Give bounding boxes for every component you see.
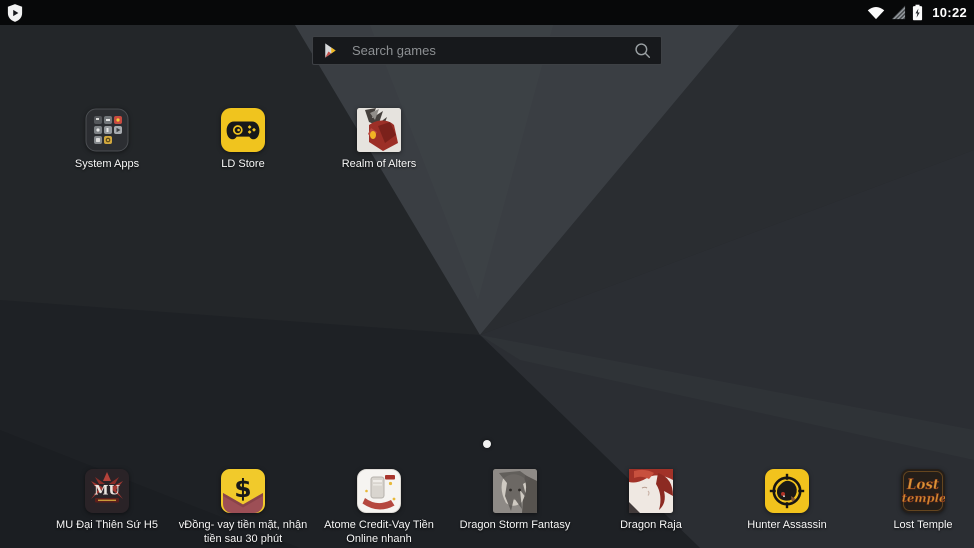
realm-of-alters-icon xyxy=(357,108,401,152)
app-system-apps-folder[interactable]: System Apps xyxy=(39,108,175,171)
app-vdong[interactable]: $ vĐồng- vay tiền mặt, nhận tiền sau 30 … xyxy=(175,469,311,546)
dock-app-row: MU MU Đại Thiên Sứ H5 $ vĐồng- vay tiền … xyxy=(0,469,974,546)
app-label: MU Đại Thiên Sứ H5 xyxy=(56,519,158,532)
app-dragon-raja[interactable]: Dragon Raja xyxy=(583,469,719,546)
game-search-bar[interactable]: Search games xyxy=(312,36,662,65)
ldplayer-home-screen: 10:22 Search games System Apps LD Store … xyxy=(0,0,974,548)
desktop-app-grid: System Apps LD Store Realm of Alters xyxy=(0,108,974,171)
clock: 10:22 xyxy=(932,5,967,20)
app-atome-credit[interactable]: Atome Credit-Vay Tiền Online nhanh xyxy=(311,469,447,546)
search-placeholder: Search games xyxy=(352,43,436,58)
app-label: Hunter Assassin xyxy=(747,519,827,532)
google-play-icon xyxy=(323,42,338,59)
wifi-icon xyxy=(867,6,885,20)
app-label: System Apps xyxy=(74,158,140,170)
app-label: Atome Credit-Vay Tiền Online nhanh xyxy=(324,519,434,545)
svg-text:MU: MU xyxy=(94,484,120,499)
app-mu-dai-thien-su[interactable]: MU MU Đại Thiên Sứ H5 xyxy=(39,469,175,546)
mu-dai-thien-su-icon: MU xyxy=(85,469,129,514)
hunter-assassin-icon xyxy=(765,469,809,514)
svg-text:temple: temple xyxy=(902,491,945,505)
app-lost-temple[interactable]: Lost temple Lost Temple xyxy=(855,469,974,546)
app-dragon-storm-fantasy[interactable]: Dragon Storm Fantasy xyxy=(447,469,583,546)
page-indicator xyxy=(0,440,974,448)
page-dot-active[interactable] xyxy=(483,440,491,448)
lost-temple-icon: Lost temple xyxy=(901,469,945,514)
dragon-raja-icon xyxy=(629,469,673,514)
vdong-icon: $ xyxy=(221,469,265,514)
ldplayer-shield-icon[interactable] xyxy=(7,3,23,22)
app-ld-store[interactable]: LD Store xyxy=(175,108,311,171)
app-label: LD Store xyxy=(221,158,265,170)
app-hunter-assassin[interactable]: Hunter Assassin xyxy=(719,469,855,546)
app-label: vĐồng- vay tiền mặt, nhận tiền sau 30 ph… xyxy=(178,519,308,545)
ld-store-icon xyxy=(221,108,265,152)
wallpaper xyxy=(0,0,974,548)
search-icon[interactable] xyxy=(634,42,651,59)
system-apps-folder-icon xyxy=(85,108,129,152)
cellular-no-signal-icon xyxy=(891,5,906,20)
svg-text:$: $ xyxy=(234,474,251,503)
dragon-storm-fantasy-icon xyxy=(493,469,537,514)
app-label: Realm of Alters xyxy=(341,158,417,170)
app-realm-of-alters[interactable]: Realm of Alters xyxy=(311,108,447,171)
status-bar: 10:22 xyxy=(0,0,974,25)
battery-charging-icon xyxy=(912,4,923,21)
app-label: Lost Temple xyxy=(893,519,953,532)
atome-credit-icon xyxy=(357,469,401,514)
app-label: Dragon Raja xyxy=(620,519,682,532)
app-label: Dragon Storm Fantasy xyxy=(459,519,571,532)
